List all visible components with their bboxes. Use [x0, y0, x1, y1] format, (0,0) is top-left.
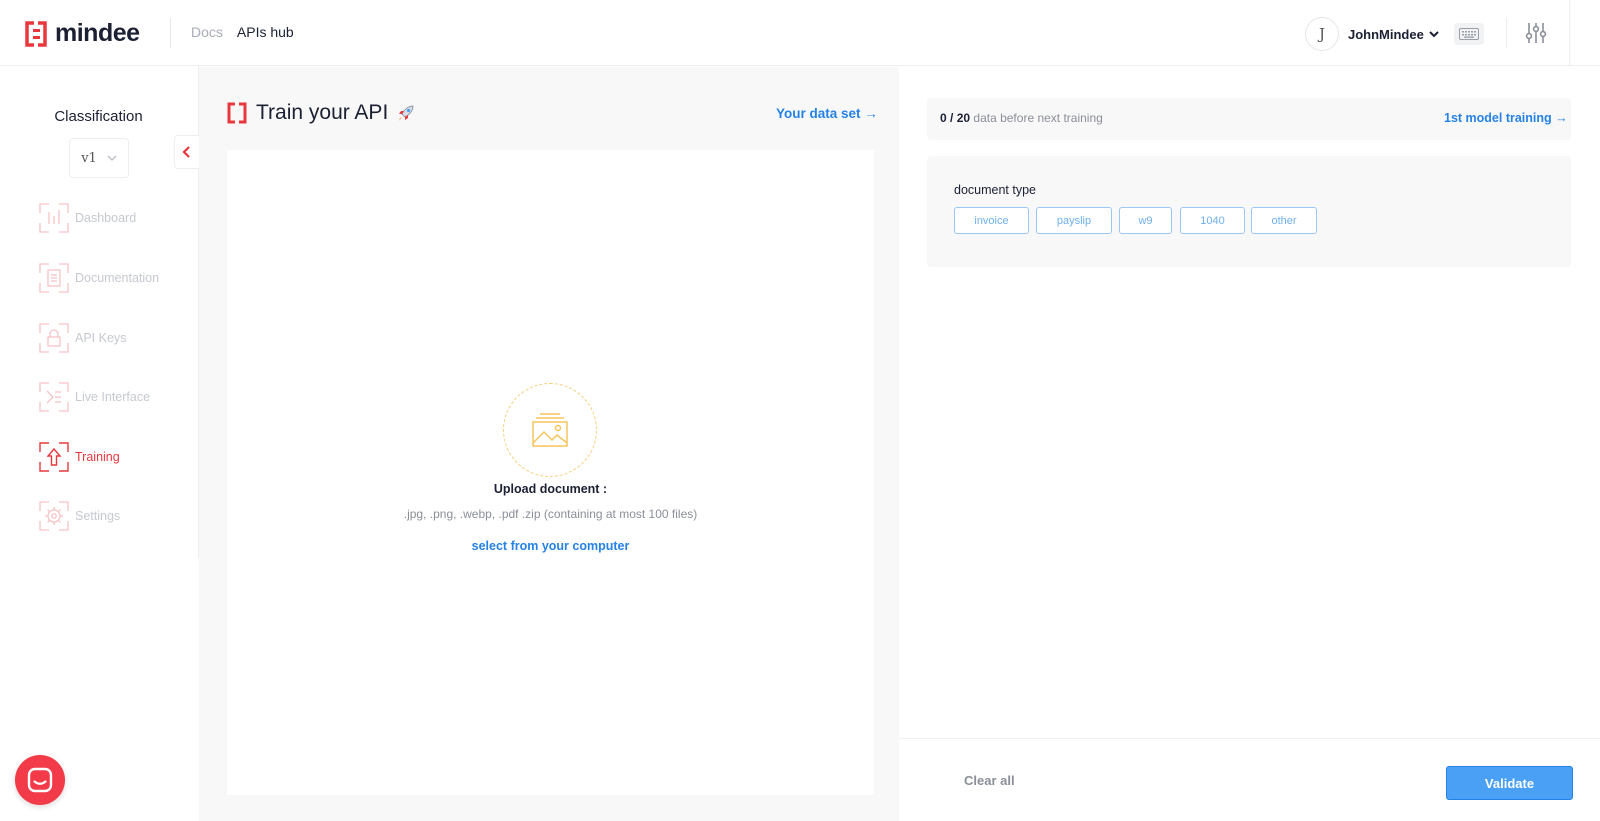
chevron-down-icon [107, 155, 117, 161]
chip-payslip[interactable]: payslip [1036, 207, 1112, 234]
model-training-link[interactable]: 1st model training → [1444, 111, 1568, 125]
gear-icon [39, 501, 69, 531]
chip-1040[interactable]: 1040 [1180, 207, 1245, 234]
settings-sliders-icon[interactable] [1524, 21, 1548, 45]
divider [1506, 18, 1507, 48]
brand-name: mindee [55, 19, 140, 47]
chip-invoice[interactable]: invoice [954, 207, 1029, 234]
mindee-logo-icon [25, 20, 47, 47]
chat-icon [27, 767, 53, 793]
sidebar-item-label: API Keys [75, 331, 127, 345]
version-select[interactable]: v1 [69, 138, 129, 178]
dashboard-icon [39, 203, 69, 233]
progress-current: 0 [940, 111, 947, 125]
upload-arrow-icon [39, 442, 69, 472]
avatar: J [1305, 17, 1339, 51]
chevron-left-icon [182, 146, 190, 158]
upload-formats-hint: .jpg, .png, .webp, .pdf .zip (containing… [403, 507, 698, 521]
rocket-icon [399, 105, 414, 121]
user-menu[interactable]: J JohnMindee [1305, 17, 1440, 51]
lock-icon [39, 323, 69, 353]
keyboard-icon [1459, 28, 1479, 40]
sidebar-item-settings[interactable]: Settings [39, 500, 120, 532]
divider [899, 738, 1600, 739]
divider [1569, 0, 1570, 66]
collapse-sidebar-button[interactable] [174, 135, 199, 169]
training-progress-text: 0 / 20 data before next training [940, 111, 1103, 125]
clear-all-button[interactable]: Clear all [964, 773, 1015, 788]
sidebar-item-live-interface[interactable]: Live Interface [39, 381, 150, 413]
sidebar-item-training[interactable]: Training [39, 441, 120, 473]
documentation-icon [39, 263, 69, 293]
page-title-text: Train your API [256, 101, 389, 124]
chevron-down-icon [1429, 31, 1439, 38]
api-name: Classification [54, 108, 143, 125]
progress-suffix: data before next training [970, 111, 1103, 125]
nav-apis-hub-link[interactable]: APIs hub [237, 24, 294, 40]
sidebar-item-label: Settings [75, 509, 121, 523]
nav-docs-link[interactable]: Docs [191, 24, 223, 40]
sidebar-item-api-keys[interactable]: API Keys [39, 322, 126, 354]
live-interface-icon [39, 382, 69, 412]
mindee-logo[interactable]: mindee [25, 19, 140, 48]
sidebar-item-label: Documentation [75, 271, 160, 285]
sidebar-item-dashboard[interactable]: Dashboard [39, 202, 136, 234]
select-from-computer-link[interactable]: select from your computer [227, 539, 874, 553]
version-value: v1 [81, 150, 97, 166]
top-bar: mindee Docs APIs hub J JohnMindee [0, 0, 1600, 66]
your-data-set-link[interactable]: Your data set → [776, 106, 878, 121]
document-type-label: document type [954, 183, 1036, 197]
sidebar-item-label: Live Interface [75, 390, 151, 404]
progress-total: 20 [956, 111, 971, 125]
validate-button[interactable]: Validate [1446, 766, 1573, 800]
sidebar-item-documentation[interactable]: Documentation [39, 262, 159, 294]
page-title: Train your API [227, 101, 416, 125]
top-nav: Docs APIs hub [191, 24, 294, 40]
divider [170, 18, 171, 48]
image-upload-icon [532, 413, 568, 447]
chip-w9[interactable]: w9 [1119, 207, 1172, 234]
chat-launcher-button[interactable] [15, 755, 65, 805]
upload-title: Upload document : [493, 482, 608, 496]
upload-image-placeholder [503, 383, 597, 477]
bracket-logo-icon [227, 102, 247, 124]
sidebar-item-label: Training [75, 450, 120, 464]
username: JohnMindee [1348, 26, 1424, 42]
progress-separator: / [946, 111, 957, 125]
keyboard-shortcuts-button[interactable] [1454, 23, 1484, 45]
chip-other[interactable]: other [1251, 207, 1317, 234]
sidebar-item-label: Dashboard [75, 211, 137, 225]
